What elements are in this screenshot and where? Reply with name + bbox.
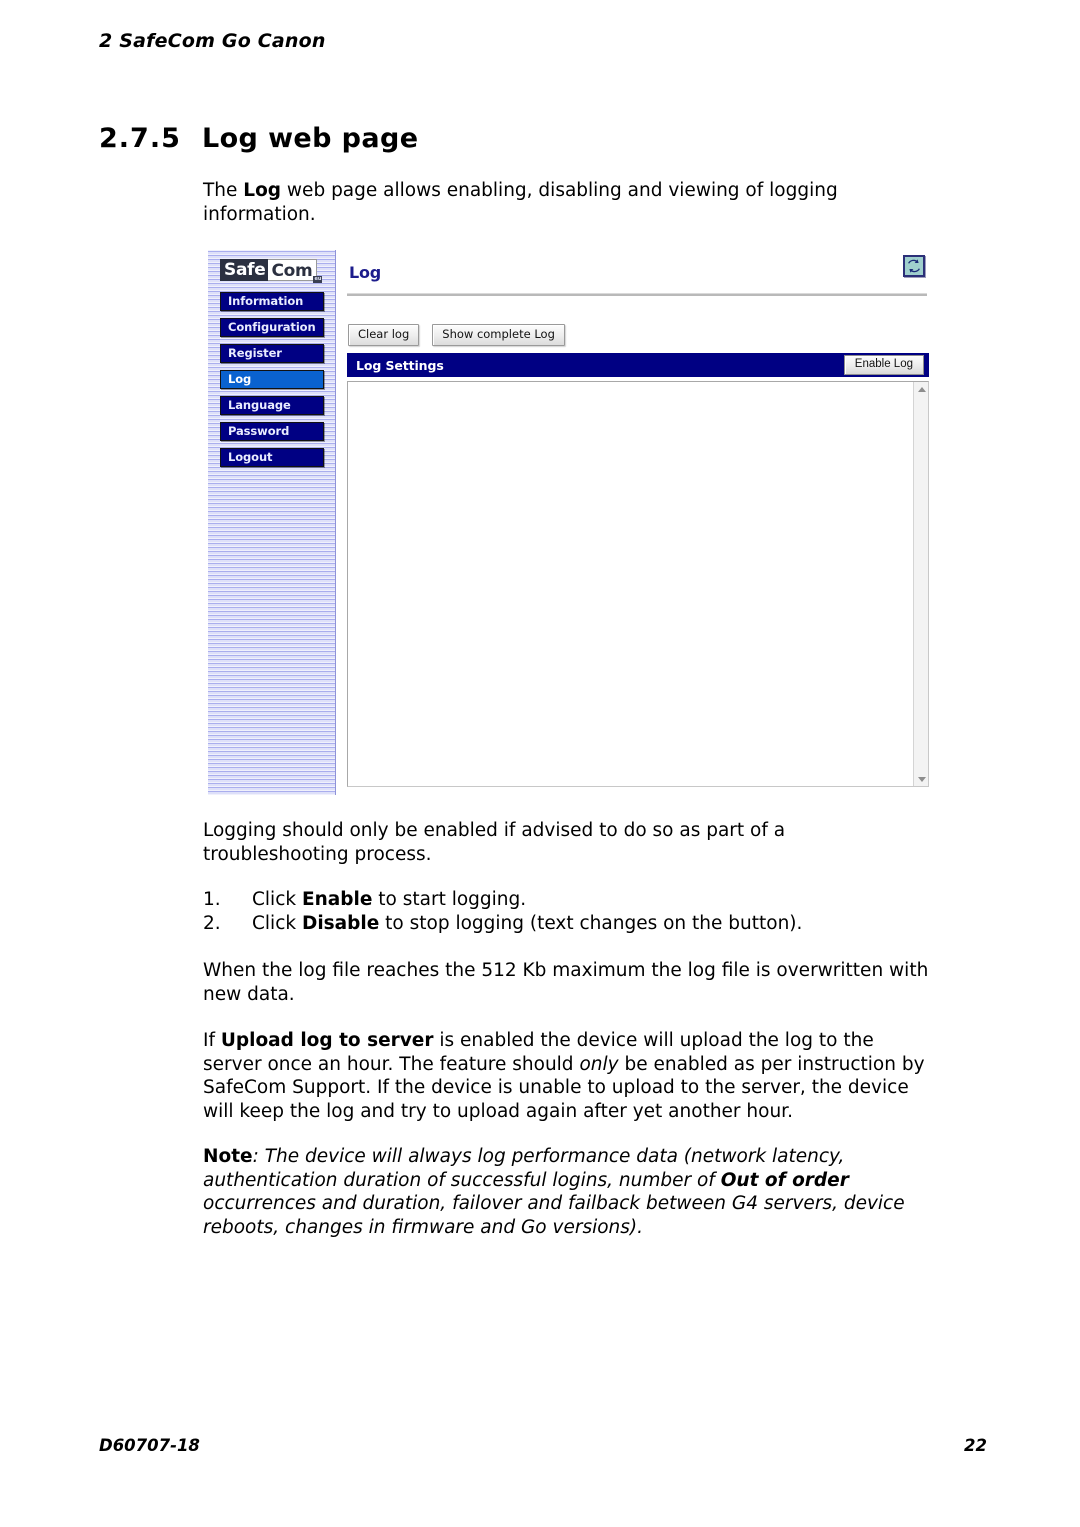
step-1-post: to start logging.: [372, 889, 527, 910]
note-bold-out-of-order: Out of order: [720, 1169, 849, 1191]
log-output-textarea[interactable]: [347, 381, 929, 787]
scroll-up-icon[interactable]: [914, 382, 929, 396]
logging-advice-paragraph: Logging should only be enabled if advise…: [203, 820, 786, 865]
step-2-number: 2.: [203, 912, 221, 934]
sidebar-item-log[interactable]: Log: [220, 370, 324, 389]
intro-bold-log: Log: [243, 180, 282, 201]
list-item: 1. Click Enable to start logging.: [203, 888, 933, 912]
document-page: 2 SafeCom Go Canon 2.7.5 Log web page Th…: [0, 0, 1080, 1527]
embedded-webui-screenshot: Safe Com eu Information Configuration Regi…: [208, 250, 933, 795]
webui-content: Log Clear log Show complete Log Log Sett…: [337, 250, 933, 795]
intro-text-2: web page allows enabling, disabling and …: [203, 180, 838, 225]
section-title: Log web page: [202, 123, 419, 154]
logo-safe-text: Safe: [220, 259, 269, 281]
footer-page-number: 22: [964, 1436, 987, 1455]
log-action-buttons: Clear log Show complete Log: [348, 324, 565, 346]
section-number: 2.7.5: [99, 123, 181, 154]
step-1-text: Click Enable to start logging.: [252, 888, 526, 912]
log-settings-bar: Log Settings Enable Log: [347, 353, 929, 377]
step-1-bold: Enable: [301, 889, 373, 910]
log-scrollbar[interactable]: [913, 382, 928, 786]
max-size-paragraph: When the log file reaches the 512 Kb max…: [203, 960, 929, 1005]
upload-text-1: If: [203, 1030, 221, 1051]
note-label: Note: [203, 1146, 253, 1167]
intro-paragraph: The Log web page allows enabling, disabl…: [203, 179, 933, 226]
sidebar-item-information[interactable]: Information: [220, 292, 324, 311]
sidebar-item-configuration[interactable]: Configuration: [220, 318, 324, 337]
upload-bold: Upload log to server: [220, 1030, 434, 1051]
step-2-text: Click Disable to stop logging (text chan…: [252, 912, 802, 936]
refresh-icon[interactable]: [903, 255, 925, 277]
scroll-down-icon[interactable]: [914, 772, 929, 786]
note-text-2: occurrences and duration, failover and f…: [203, 1193, 905, 1238]
step-2-bold: Disable: [301, 912, 380, 934]
footer-document-id: D60707-18: [99, 1436, 200, 1455]
sidebar-item-register[interactable]: Register: [220, 344, 324, 363]
webui-nav: Information Configuration Register Log L…: [220, 292, 324, 474]
title-divider: [347, 293, 927, 296]
step-1-number: 1.: [203, 889, 221, 910]
intro-text-1: The: [203, 180, 244, 201]
page-title: 2.7.5 Log web page: [99, 123, 949, 154]
running-header: 2 SafeCom Go Canon: [99, 30, 326, 52]
upload-italic-only: only: [579, 1053, 619, 1075]
webui-page-title: Log: [349, 263, 382, 282]
sidebar-item-logout[interactable]: Logout: [220, 448, 324, 467]
step-1-pre: Click: [252, 889, 302, 910]
clear-log-button[interactable]: Clear log: [348, 324, 420, 346]
step-2-pre: Click: [252, 912, 302, 934]
upload-log-paragraph: If Upload log to server is enabled the d…: [203, 1029, 933, 1123]
list-item: 2. Click Disable to stop logging (text c…: [203, 912, 933, 936]
logo-com-text: Com eu: [268, 259, 323, 283]
webui-sidebar: Safe Com eu Information Configuration Regi…: [208, 250, 336, 795]
safecom-logo: Safe Com eu: [220, 259, 323, 283]
note-paragraph: Note: The device will always log perform…: [203, 1145, 933, 1239]
sidebar-item-language[interactable]: Language: [220, 396, 324, 415]
logo-com-label: Com: [271, 261, 313, 281]
steps-list: 1. Click Enable to start logging. 2. Cli…: [203, 888, 933, 935]
show-complete-log-button[interactable]: Show complete Log: [432, 324, 565, 346]
step-2-post: to stop logging (text changes on the but…: [379, 912, 803, 934]
enable-log-button[interactable]: Enable Log: [843, 355, 924, 375]
log-settings-label: Log Settings: [356, 357, 444, 373]
sidebar-item-password[interactable]: Password: [220, 422, 324, 441]
logo-eu-badge: eu: [313, 276, 323, 283]
